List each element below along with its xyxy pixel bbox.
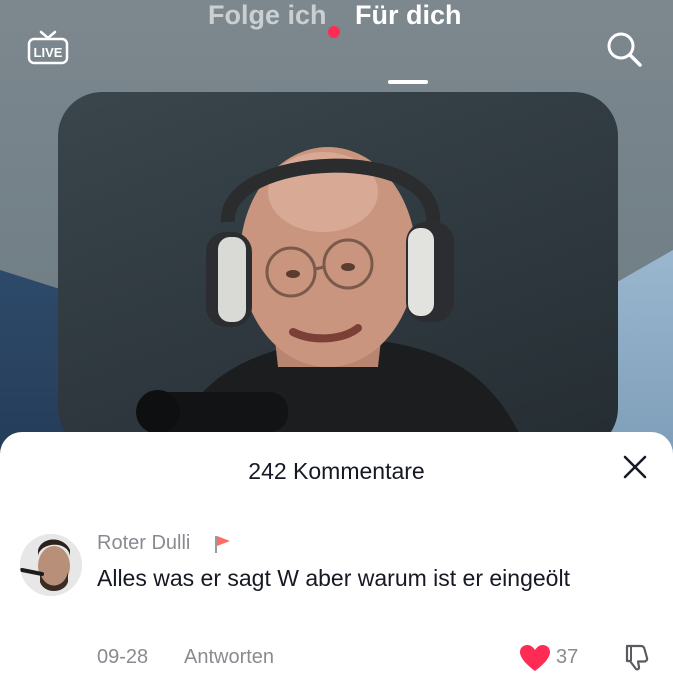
avatar[interactable] <box>20 534 82 596</box>
comment-text: Alles was er sagt W aber warum ist er ei… <box>97 565 570 591</box>
dislike-icon[interactable] <box>622 642 652 672</box>
comments-count-title: 242 Kommentare <box>248 458 425 484</box>
top-navigation: LIVE Folge ich Für dich <box>0 0 673 90</box>
search-icon[interactable] <box>605 30 643 68</box>
flag-icon <box>215 536 230 553</box>
comment-date: 09-28 <box>97 646 149 668</box>
heart-icon[interactable] <box>519 644 551 672</box>
tab-for-you[interactable]: Für dich <box>355 0 462 31</box>
comment-username[interactable]: Roter Dulli <box>97 532 190 555</box>
like-count: 37 <box>556 646 579 668</box>
comments-sheet: 242 Kommentare Roter Dulli Alles was er … <box>0 432 673 680</box>
live-icon-label: LIVE <box>34 45 63 60</box>
reply-button[interactable]: Antworten <box>184 646 274 669</box>
avatar-image <box>20 534 82 596</box>
close-icon[interactable] <box>622 454 648 480</box>
tab-following[interactable]: Folge ich <box>208 0 327 31</box>
live-icon[interactable]: LIVE <box>27 30 69 66</box>
video-player[interactable] <box>58 92 618 452</box>
video-frame-image <box>136 147 528 452</box>
active-tab-indicator <box>388 80 428 84</box>
notification-dot <box>328 26 340 38</box>
